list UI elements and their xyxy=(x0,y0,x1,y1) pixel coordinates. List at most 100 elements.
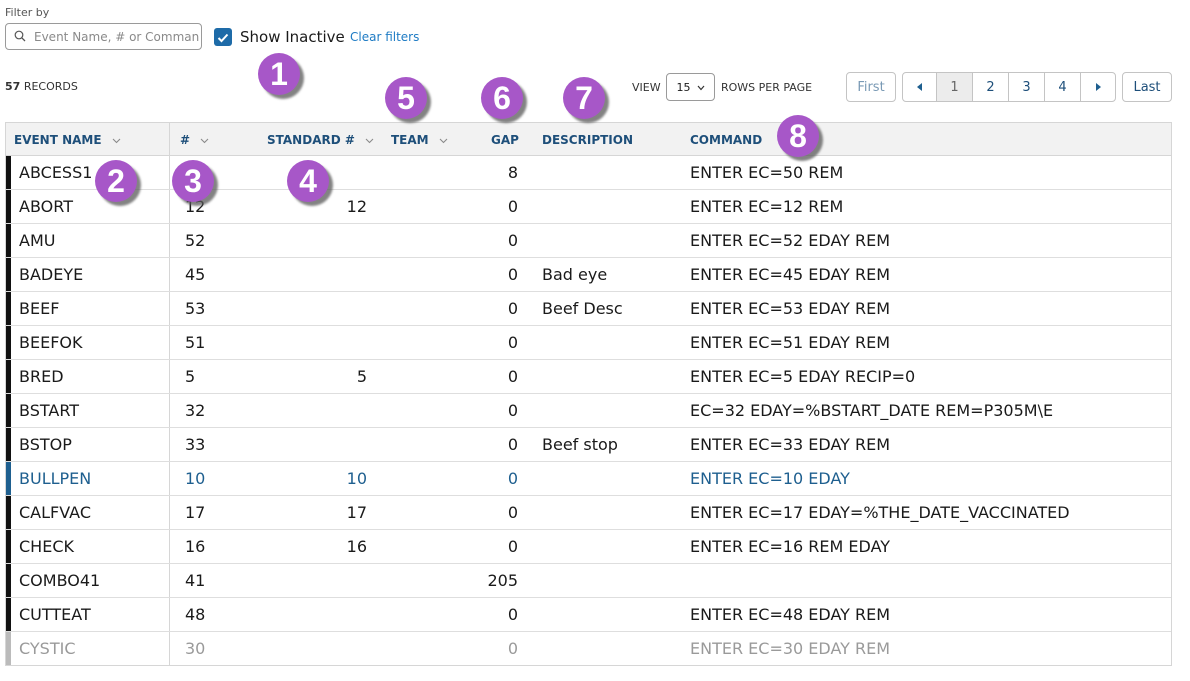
column-header-description[interactable]: DESCRIPTION xyxy=(542,133,633,147)
cell-number: 32 xyxy=(185,401,206,420)
records-label: RECORDS xyxy=(23,80,78,93)
column-label: EVENT NAME xyxy=(14,133,102,147)
row-status-marker xyxy=(6,224,11,257)
events-table: EVENT NAME # STANDARD # TEAM GAP DESCRIP… xyxy=(5,122,1172,666)
page-button-4[interactable]: 4 xyxy=(1044,72,1081,102)
row-status-marker xyxy=(6,326,11,359)
table-row[interactable]: CHECK 16 16 0 ENTER EC=16 REM EDAY xyxy=(6,530,1171,564)
row-status-marker xyxy=(6,496,11,529)
column-header-command[interactable]: COMMAND xyxy=(690,133,762,147)
next-page-button[interactable] xyxy=(1080,72,1116,102)
cell-number: 52 xyxy=(185,231,206,250)
cell-event-name: BEEF xyxy=(19,299,60,318)
table-row[interactable]: COMBO41 41 205 xyxy=(6,564,1171,598)
cell-command: ENTER EC=45 EDAY REM xyxy=(690,265,891,284)
table-row[interactable]: BEEFOK 51 0 ENTER EC=51 EDAY REM xyxy=(6,326,1171,360)
table-row[interactable]: CUTTEAT 48 0 ENTER EC=48 EDAY REM xyxy=(6,598,1171,632)
page-button-2[interactable]: 2 xyxy=(972,72,1009,102)
cell-gap: 0 xyxy=(507,605,518,624)
cell-gap: 0 xyxy=(507,367,518,386)
column-header-event-name[interactable]: EVENT NAME xyxy=(14,133,121,147)
cell-command: ENTER EC=30 EDAY REM xyxy=(690,639,891,658)
cell-gap: 0 xyxy=(507,231,518,250)
page-button-1[interactable]: 1 xyxy=(936,72,973,102)
row-status-marker xyxy=(6,462,11,495)
show-inactive-checkbox[interactable] xyxy=(214,28,232,46)
cell-event-name: ABORT xyxy=(19,197,73,216)
annotation-badge-8: 8 xyxy=(777,115,819,157)
cell-number: 45 xyxy=(185,265,206,284)
column-header-team[interactable]: TEAM xyxy=(391,133,448,147)
row-status-marker xyxy=(6,530,11,563)
row-status-marker xyxy=(6,190,11,223)
table-row[interactable]: CALFVAC 17 17 0 ENTER EC=17 EDAY=%THE_DATE_V… xyxy=(6,496,1171,530)
cell-number: 10 xyxy=(185,469,206,488)
cell-command: ENTER EC=53 EDAY REM xyxy=(690,299,891,318)
chevron-down-icon xyxy=(697,81,705,94)
cell-number: 17 xyxy=(185,503,206,522)
records-number: 57 xyxy=(5,80,21,93)
table-row[interactable]: BSTOP 33 0 Beef stop ENTER EC=33 EDAY REM xyxy=(6,428,1171,462)
column-label: STANDARD # xyxy=(267,133,355,147)
clear-filters-link[interactable]: Clear filters xyxy=(350,30,419,44)
row-status-marker xyxy=(6,632,11,665)
column-label: # xyxy=(180,133,191,147)
last-page-button[interactable]: Last xyxy=(1122,72,1172,102)
row-status-marker xyxy=(6,292,11,325)
prev-page-button[interactable] xyxy=(902,72,937,102)
show-inactive-label[interactable]: Show Inactive xyxy=(240,28,345,46)
annotation-badge-3: 3 xyxy=(172,160,214,202)
caret-left-icon xyxy=(916,80,923,95)
table-row[interactable]: BRED 5 5 0 ENTER EC=5 EDAY RECIP=0 xyxy=(6,360,1171,394)
column-label: TEAM xyxy=(391,133,429,147)
cell-command: ENTER EC=16 REM EDAY xyxy=(690,537,891,556)
rows-per-page-select[interactable]: 15 xyxy=(666,73,715,101)
rows-per-page-label: ROWS PER PAGE xyxy=(721,81,813,94)
row-status-marker xyxy=(6,428,11,461)
cell-description: Bad eye xyxy=(542,265,608,284)
cell-gap: 0 xyxy=(507,537,518,556)
cell-number: 53 xyxy=(185,299,206,318)
cell-gap: 205 xyxy=(487,571,518,590)
cell-command: EC=32 EDAY=%BSTART_DATE REM=P305M\E xyxy=(690,401,1054,420)
sort-chevron-icon xyxy=(365,133,374,147)
row-status-marker xyxy=(6,564,11,597)
row-status-marker xyxy=(6,598,11,631)
cell-command: ENTER EC=48 EDAY REM xyxy=(690,605,891,624)
cell-number: 48 xyxy=(185,605,206,624)
cell-gap: 0 xyxy=(507,639,518,658)
first-page-button[interactable]: First xyxy=(846,72,896,102)
cell-gap: 0 xyxy=(507,299,518,318)
cell-gap: 0 xyxy=(507,503,518,522)
cell-gap: 0 xyxy=(507,401,518,420)
annotation-badge-2: 2 xyxy=(95,160,137,202)
table-row[interactable]: CYSTIC 30 0 ENTER EC=30 EDAY REM xyxy=(6,632,1171,665)
table-row[interactable]: BADEYE 45 0 Bad eye ENTER EC=45 EDAY REM xyxy=(6,258,1171,292)
page-button-3[interactable]: 3 xyxy=(1008,72,1045,102)
cell-event-name: BEEFOK xyxy=(19,333,83,352)
search-field[interactable] xyxy=(5,23,202,50)
rows-per-page-value: 15 xyxy=(676,80,691,94)
search-input[interactable] xyxy=(32,28,201,45)
cell-event-name: BADEYE xyxy=(19,265,84,284)
cell-event-name: CUTTEAT xyxy=(19,605,91,624)
table-header: EVENT NAME # STANDARD # TEAM GAP DESCRIP… xyxy=(6,123,1171,156)
column-header-number[interactable]: # xyxy=(180,133,209,147)
cell-command: ENTER EC=12 REM xyxy=(690,197,844,216)
table-row[interactable]: BEEF 53 0 Beef Desc ENTER EC=53 EDAY REM xyxy=(6,292,1171,326)
cell-gap: 0 xyxy=(507,333,518,352)
column-header-standard-number[interactable]: STANDARD # xyxy=(267,133,374,147)
table-row[interactable]: AMU 52 0 ENTER EC=52 EDAY REM xyxy=(6,224,1171,258)
table-row[interactable]: BSTART 32 0 EC=32 EDAY=%BSTART_DATE REM=P30… xyxy=(6,394,1171,428)
table-row[interactable]: BULLPEN 10 10 0 ENTER EC=10 EDAY xyxy=(6,462,1171,496)
cell-number: 33 xyxy=(185,435,206,454)
row-status-marker xyxy=(6,156,11,189)
caret-right-icon xyxy=(1095,80,1101,95)
annotation-badge-5: 5 xyxy=(385,77,427,119)
cell-event-name: BRED xyxy=(19,367,64,386)
cell-description: Beef Desc xyxy=(542,299,623,318)
view-label: VIEW xyxy=(632,81,661,94)
cell-standard-number: 10 xyxy=(346,469,367,488)
column-header-gap[interactable]: GAP xyxy=(491,133,519,147)
row-status-marker xyxy=(6,394,11,427)
